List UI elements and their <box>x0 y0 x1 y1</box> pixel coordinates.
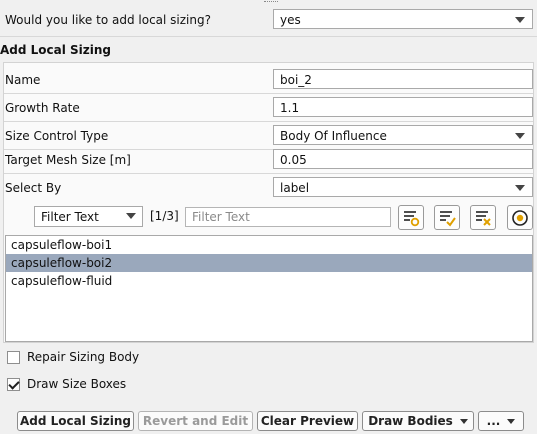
target-mesh-size-label: Target Mesh Size [m] <box>5 153 131 167</box>
growth-rate-label: Growth Rate <box>5 101 80 115</box>
add-local-sizing-value: yes <box>280 13 301 27</box>
label-listbox[interactable]: capsuleflow-boi1 capsuleflow-boi2 capsulef… <box>5 235 533 342</box>
deselect-all-button[interactable] <box>470 205 496 230</box>
clear-preview-button[interactable]: Clear Preview <box>257 411 358 431</box>
repair-sizing-body-checkbox[interactable] <box>7 351 20 364</box>
select-by-label: Select By <box>5 181 62 195</box>
more-options-label: ... <box>486 414 501 428</box>
chevron-down-icon <box>507 419 516 424</box>
list-item[interactable]: capsuleflow-fluid <box>6 272 532 290</box>
name-value: boi_2 <box>280 73 312 87</box>
size-control-type-label: Size Control Type <box>5 129 109 143</box>
section-heading: Add Local Sizing <box>0 43 112 57</box>
list-item[interactable]: capsuleflow-boi1 <box>6 236 532 254</box>
chevron-down-icon <box>515 133 525 139</box>
size-control-type-value: Body Of Influence <box>280 129 387 143</box>
select-all-icon <box>440 211 456 227</box>
row-divider <box>4 173 533 174</box>
add-local-sizing-button[interactable]: Add Local Sizing <box>17 411 134 431</box>
growth-rate-value: 1.1 <box>280 101 300 115</box>
select-all-button[interactable] <box>434 205 460 230</box>
target-mesh-size-input[interactable]: 0.05 <box>273 149 533 169</box>
row-divider <box>4 121 533 122</box>
more-options-button[interactable]: ... <box>478 411 524 431</box>
draw-size-boxes-label: Draw Size Boxes <box>27 377 127 391</box>
select-by-dropdown[interactable]: label <box>273 177 533 197</box>
chevron-down-icon <box>459 419 468 424</box>
name-label: Name <box>5 73 41 87</box>
repair-sizing-body-label: Repair Sizing Body <box>27 350 140 364</box>
target-mesh-size-value: 0.05 <box>280 153 307 167</box>
deselect-all-icon <box>476 211 491 226</box>
add-local-sizing-dropdown[interactable]: yes <box>273 9 533 29</box>
name-input[interactable]: boi_2 <box>273 69 533 89</box>
divider <box>0 36 537 37</box>
size-control-type-dropdown[interactable]: Body Of Influence <box>273 125 533 145</box>
filter-select-button[interactable] <box>398 205 424 230</box>
add-local-sizing-question-label: Would you like to add local sizing? <box>5 13 211 27</box>
revert-and-edit-button[interactable]: Revert and Edit <box>138 411 253 431</box>
chevron-down-icon <box>515 17 525 23</box>
use-selection-icon <box>512 210 528 226</box>
list-item[interactable]: capsuleflow-boi2 <box>6 254 532 272</box>
draw-bodies-label: Draw Bodies <box>368 414 453 428</box>
filter-text-input[interactable] <box>185 207 391 227</box>
filter-select-icon <box>404 211 420 227</box>
resize-grip[interactable] <box>264 1 278 5</box>
chevron-down-icon <box>515 185 525 191</box>
filter-mode-dropdown[interactable]: Filter Text <box>34 206 143 227</box>
chevron-down-icon <box>126 213 136 219</box>
draw-size-boxes-checkbox[interactable] <box>7 378 20 391</box>
selection-counter: [1/3] <box>150 209 179 223</box>
use-selection-button[interactable] <box>507 205 533 230</box>
select-by-value: label <box>280 181 310 195</box>
growth-rate-input[interactable]: 1.1 <box>273 97 533 117</box>
row-divider <box>4 93 533 94</box>
filter-mode-value: Filter Text <box>41 210 99 224</box>
draw-bodies-button[interactable]: Draw Bodies <box>362 411 474 431</box>
